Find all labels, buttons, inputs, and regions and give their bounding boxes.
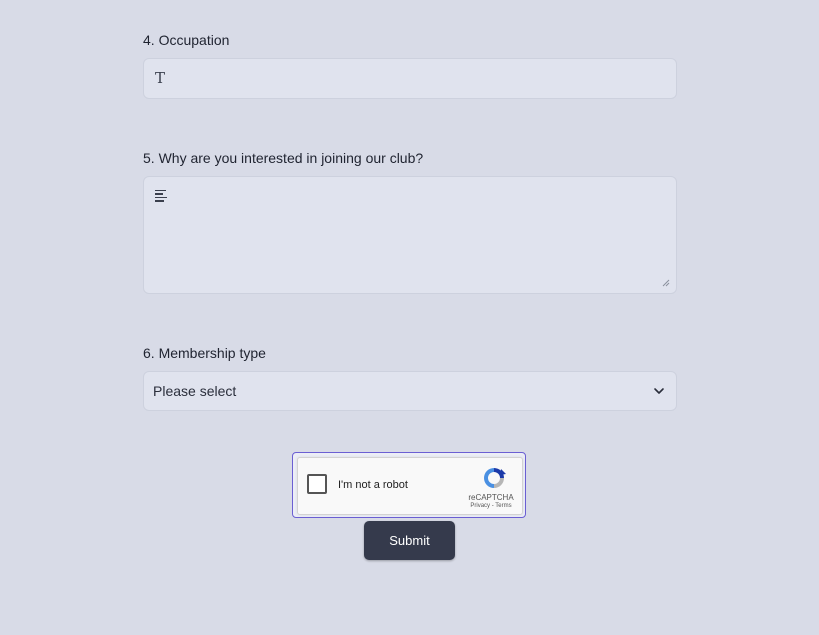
submit-button[interactable]: Submit [364, 521, 455, 560]
recaptcha-brand: reCAPTCHA [468, 493, 514, 502]
occupation-label: 4. Occupation [143, 32, 230, 48]
captcha-checkbox[interactable] [307, 474, 327, 494]
text-type-icon: T [155, 69, 166, 87]
recaptcha-logo-icon [484, 468, 506, 488]
paragraph-lines-icon [155, 190, 167, 202]
recaptcha-privacy-terms[interactable]: Privacy - Terms [461, 503, 521, 509]
captcha-label: I'm not a robot [338, 479, 408, 491]
interest-label: 5. Why are you interested in joining our… [143, 150, 424, 166]
membership-label: 6. Membership type [143, 345, 266, 361]
occupation-input[interactable]: T [143, 58, 677, 99]
membership-select-value: Please select [153, 383, 237, 399]
recaptcha-widget: I'm not a robot reCAPTCHA Privacy - Term… [297, 457, 523, 515]
interest-textarea[interactable] [143, 176, 677, 294]
chevron-down-icon [654, 388, 664, 394]
resize-handle-icon[interactable] [662, 279, 670, 287]
captcha-focus-frame: I'm not a robot reCAPTCHA Privacy - Term… [292, 452, 526, 518]
membership-select[interactable]: Please select [143, 371, 677, 411]
